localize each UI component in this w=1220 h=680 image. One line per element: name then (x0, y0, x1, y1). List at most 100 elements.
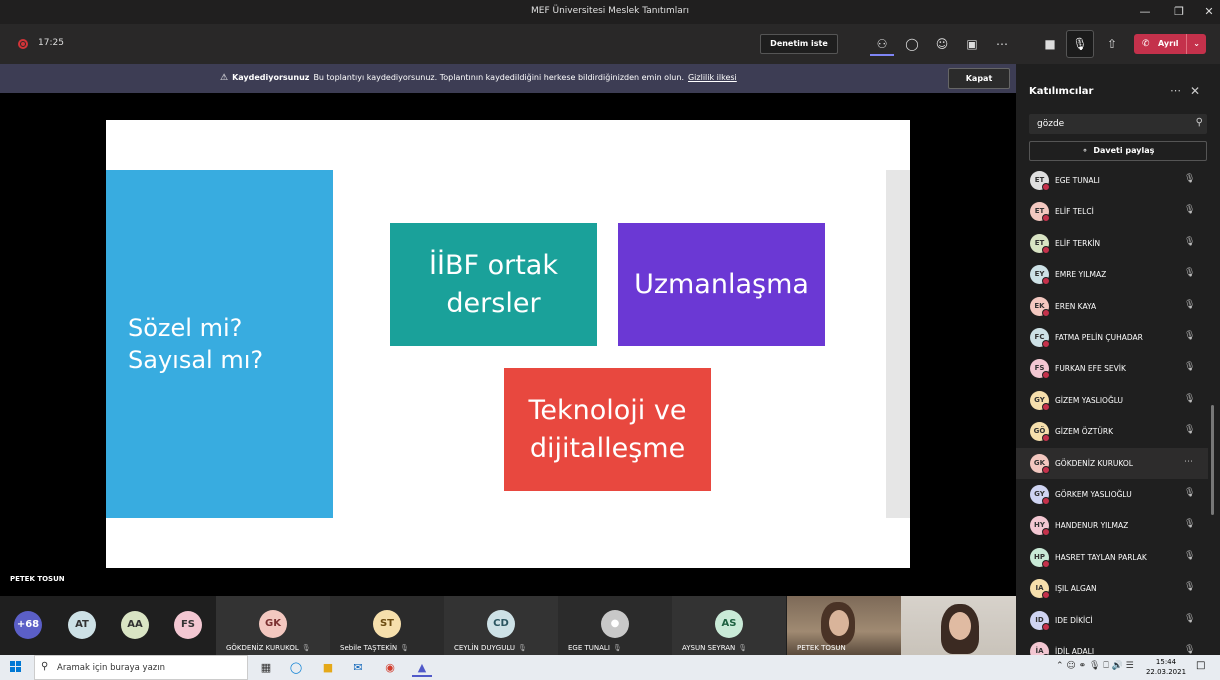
participant-tile[interactable]: ST Sebile TAŞTEKİN 🎙 (330, 596, 444, 655)
participant-avatar: FC (1030, 328, 1050, 348)
chrome-icon[interactable]: ◉ (380, 658, 400, 677)
camera-icon[interactable]: ■ (1038, 32, 1062, 56)
request-control-button[interactable]: Denetim iste (760, 34, 838, 54)
participant-row[interactable]: IA IŞIL ALGAN 🎙 (1016, 573, 1208, 604)
windows-start-icon[interactable] (10, 661, 22, 673)
mic-off-icon: 🎙 (1184, 299, 1196, 310)
search-input[interactable] (1029, 114, 1189, 134)
taskbar-clock[interactable]: 15:44 22.03.2021 (1144, 657, 1188, 677)
mic-off-icon[interactable]: 🎙 (1066, 30, 1094, 58)
mic-off-icon: 🎙 (1184, 519, 1196, 530)
mic-off-icon: 🎙 (1184, 550, 1196, 561)
participant-name: FURKAN EFE SEVİK (1055, 364, 1126, 374)
participant-row[interactable]: FC FATMA PELİN ÇUHADAR 🎙 (1016, 322, 1208, 353)
participant-name: EGE TUNALI (1055, 176, 1100, 185)
meeting-toolbar: 17:25 Denetim iste ⚇ ◯ ☺ ▣ ⋯ ■ 🎙 ⇧ ✆ Ayr… (0, 24, 1220, 64)
phone-icon: ✆ (1142, 39, 1150, 49)
search-icon[interactable]: ⚲ (1196, 117, 1203, 128)
privacy-link[interactable]: Gizlilik ilkesi (688, 73, 737, 82)
strip-avatar[interactable]: FS (174, 611, 202, 639)
participant-row[interactable]: HP HASRET TAYLAN PARLAK 🎙 (1016, 542, 1208, 573)
chevron-down-icon[interactable]: ⌄ (1186, 34, 1200, 54)
participant-avatar: GK (1030, 453, 1050, 474)
mic-off-icon: 🎙 (1184, 236, 1196, 247)
participant-name: HASRET TAYLAN PARLAK (1055, 552, 1147, 562)
tile-name: Sebile TAŞTEKİN 🎙 (340, 644, 410, 652)
participant-avatar: ET (1030, 233, 1050, 254)
file-explorer-icon[interactable]: ■ (318, 658, 338, 677)
shared-screen: Sözel mi? Sayısal mı? İİBF ortak dersler… (0, 93, 1016, 596)
system-tray[interactable]: ⌃ ☺ ⚭ 🎙 ⎕ 🔊 ☰ (1056, 661, 1134, 671)
participant-tile[interactable]: ● EGE TUNALI 🎙 (558, 596, 672, 655)
leave-button[interactable]: ✆ Ayrıl ⌄ (1134, 34, 1206, 54)
more-participants-badge[interactable]: +68 (14, 611, 42, 639)
windows-taskbar: ⚲ Aramak için buraya yazın ▦ ◯ ■ ✉ ◉ ▲ ⌃… (0, 655, 1220, 680)
slide-text-teal: İİBF ortak dersler (429, 249, 558, 319)
participant-tile[interactable]: CD CEYLİN DUYGULU 🎙 (444, 596, 558, 655)
participant-avatar: ID (1030, 610, 1050, 631)
banner-close-button[interactable]: Kapat (948, 68, 1010, 89)
recording-banner: ⚠ Kaydediyorsunuz Bu toplantıyı kaydediyor… (0, 64, 1016, 93)
more-actions-icon[interactable]: ⋯ (990, 32, 1014, 56)
participant-row[interactable]: EK EREN KAYA 🎙 (1016, 291, 1208, 322)
mic-off-icon: 🎙 (1184, 393, 1196, 404)
participant-row[interactable]: FS FURKAN EFE SEVİK 🎙 (1016, 353, 1208, 384)
participant-name: FATMA PELİN ÇUHADAR (1055, 333, 1143, 342)
slide-text-red: Teknoloji ve dijitalleşme (528, 394, 687, 464)
participant-row[interactable]: GY GİZEM YASLIOĞLU 🎙 (1016, 385, 1208, 416)
clock-time: 15:44 (1155, 658, 1177, 666)
participant-row[interactable]: İA İDİL ADALI 🎙 (1016, 636, 1208, 655)
participant-row[interactable]: ID IDE DİKİCİ 🎙 (1016, 605, 1208, 636)
participant-row[interactable]: HY HANDENUR YILMAZ 🎙 (1016, 510, 1208, 541)
participant-row[interactable]: EY EMRE YILMAZ 🎙 (1016, 259, 1208, 290)
panel-more-icon[interactable]: ⋯ (1170, 84, 1181, 97)
mic-off-icon: 🎙 (1184, 613, 1196, 624)
notifications-icon[interactable]: □ (1196, 660, 1205, 671)
tile-name: AYSUN SEYRAN 🎙 (682, 644, 748, 652)
participant-row[interactable]: GK GÖKDENİZ KURUKOL ⋯ (1016, 447, 1208, 479)
presenter-video[interactable]: PETEK TOSUN (787, 596, 901, 655)
participant-row[interactable]: ET ELİF TERKİN 🎙 (1016, 228, 1208, 259)
panel-close-icon[interactable]: ✕ (1190, 84, 1200, 98)
taskbar-search[interactable]: ⚲ Aramak için buraya yazın (34, 655, 248, 680)
mic-off-icon: 🎙 (1184, 268, 1196, 279)
participant-row[interactable]: GÖ GİZEM ÖZTÜRK 🎙 (1016, 416, 1208, 447)
participant-name: EREN KAYA (1055, 301, 1097, 311)
avatar: CD (487, 610, 515, 638)
avatar: GK (259, 610, 287, 638)
participant-row[interactable]: ET EGE TUNALI 🎙 (1016, 168, 1208, 196)
participant-search[interactable]: ⚲ (1029, 114, 1207, 134)
chat-icon[interactable]: ◯ (900, 32, 924, 56)
close-window-icon[interactable]: ✕ (1194, 0, 1220, 24)
edge-icon[interactable]: ◯ (286, 658, 306, 677)
panel-scrollbar[interactable] (1211, 405, 1214, 515)
slide-text-purple: Uzmanlaşma (634, 268, 809, 300)
teams-icon[interactable]: ▲ (412, 658, 432, 677)
strip-avatar[interactable]: AT (68, 611, 96, 639)
share-invite-button[interactable]: ⚬ Daveti paylaş (1029, 141, 1207, 161)
minimize-icon[interactable]: — (1130, 0, 1160, 24)
participant-row[interactable]: GY GÖRKEM YASLIOĞLU 🎙 (1016, 479, 1208, 510)
maximize-icon[interactable]: ❐ (1164, 0, 1194, 24)
reactions-icon[interactable]: ☺ (930, 32, 954, 56)
tile-name: GÖKDENİZ KURUKOL 🎙 (226, 644, 311, 652)
participant-name: ELİF TERKİN (1055, 238, 1101, 248)
participant-tile[interactable]: GK GÖKDENİZ KURUKOL 🎙 (216, 596, 330, 655)
participant-row[interactable]: ET ELİF TELCİ 🎙 (1016, 196, 1208, 227)
avatar: AS (715, 610, 743, 638)
task-view-icon[interactable]: ▦ (256, 658, 276, 677)
mail-icon[interactable]: ✉ (348, 658, 368, 677)
slide-block-purple: Uzmanlaşma (618, 223, 825, 346)
clock-date: 22.03.2021 (1145, 668, 1187, 676)
share-screen-icon[interactable]: ⇧ (1100, 32, 1124, 56)
presentation-slide: Sözel mi? Sayısal mı? İİBF ortak dersler… (106, 120, 910, 568)
more-options-icon[interactable]: ⋯ (1184, 457, 1193, 467)
strip-avatar[interactable]: AA (121, 611, 149, 639)
participants-icon[interactable]: ⚇ (870, 32, 894, 56)
participant-tile[interactable]: AS AYSUN SEYRAN 🎙 (672, 596, 786, 655)
breakout-rooms-icon[interactable]: ▣ (960, 32, 984, 56)
mic-off-icon: 🎙 (1184, 331, 1196, 341)
participant-avatar: İA (1030, 642, 1050, 655)
banner-title: Kaydediyorsunuz (232, 73, 310, 82)
self-video[interactable] (901, 596, 1016, 655)
